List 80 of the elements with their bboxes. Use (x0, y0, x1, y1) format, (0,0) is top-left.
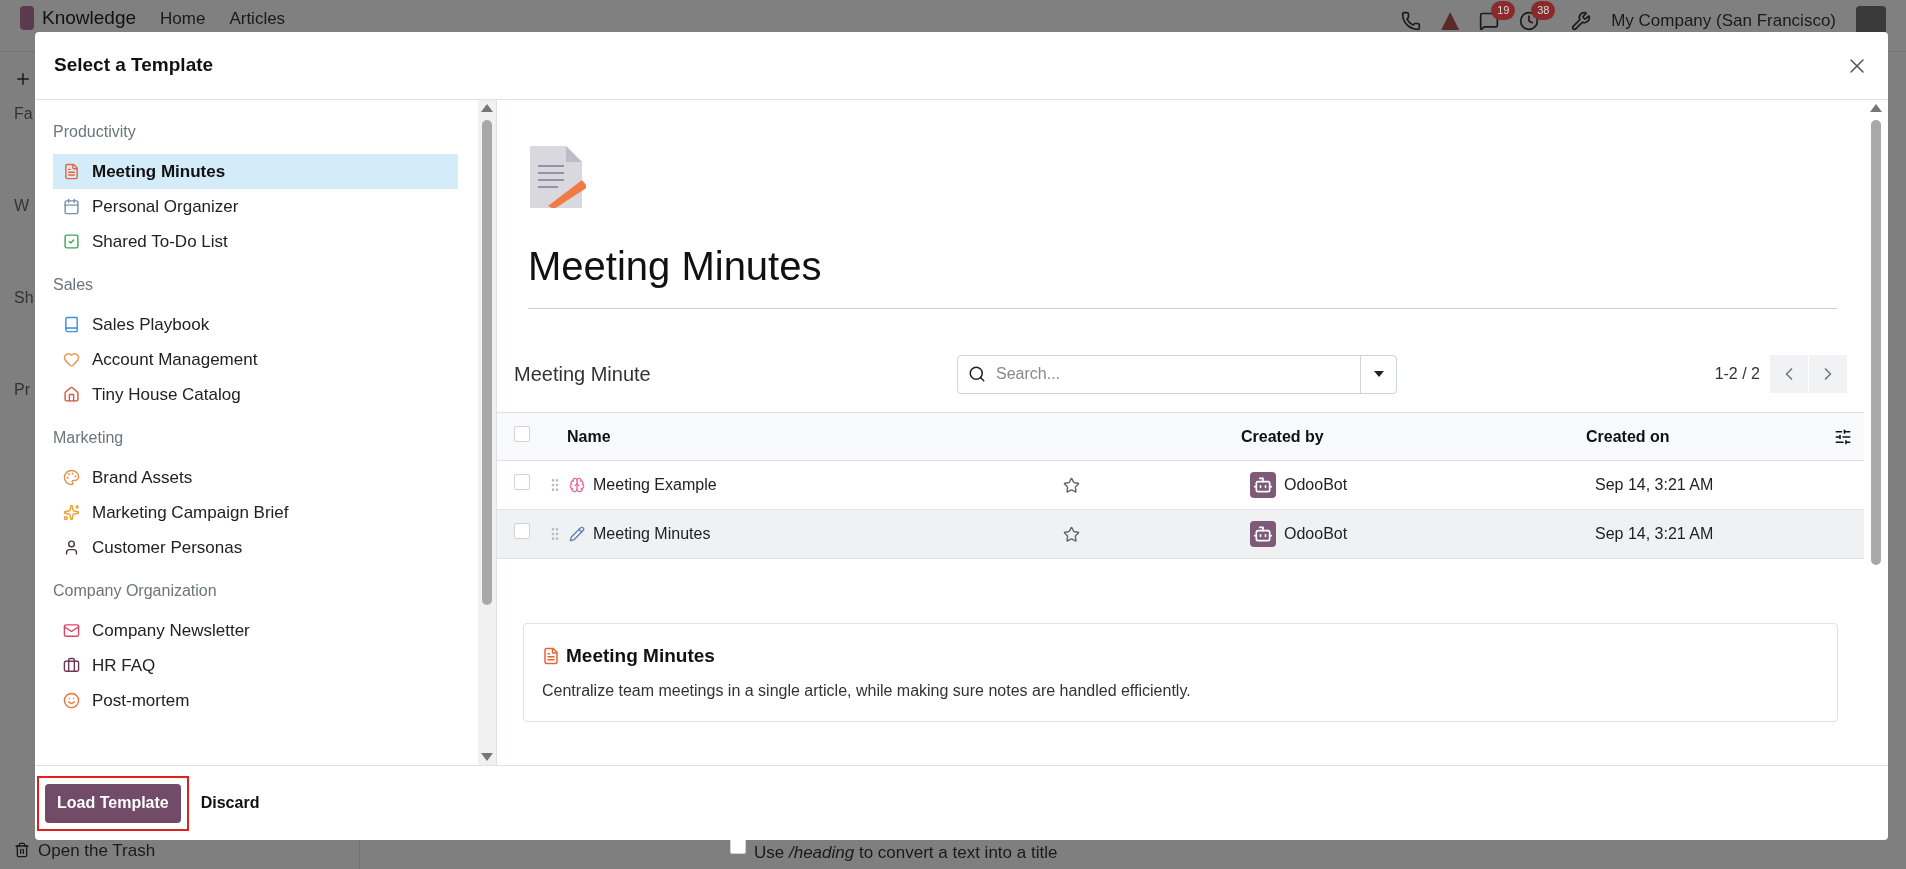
brain-icon (569, 477, 585, 493)
menu-item[interactable]: Articles (229, 6, 286, 32)
section-label: Sh (14, 288, 34, 308)
column-settings-icon[interactable] (1834, 427, 1852, 446)
count-badge: 38 (1531, 1, 1556, 20)
calendar-icon (63, 198, 80, 215)
category-heading: Sales (53, 275, 95, 295)
category-heading: Company Organization (53, 581, 218, 601)
section-label: Pr (14, 380, 30, 400)
search-icon (968, 365, 986, 383)
column-header[interactable]: Name (567, 424, 1241, 449)
table-cell-text: Meeting Example (593, 475, 718, 495)
table-row[interactable]: Meeting Minutes OdooBot Sep 14, 3:21 AM (497, 510, 1864, 559)
trash-link[interactable]: Open the Trash (38, 837, 156, 863)
app-logo-icon[interactable] (20, 6, 34, 30)
face-icon (63, 692, 80, 709)
count-badge: 19 (1491, 1, 1516, 20)
column-header[interactable]: Created on (1586, 424, 1670, 449)
search-field[interactable]: Search... (957, 354, 1397, 394)
pager-value: 1-2 / 2 (1714, 364, 1760, 384)
template-item[interactable]: Shared To-Do List (53, 224, 458, 259)
template-item[interactable]: Personal Organizer (53, 189, 458, 224)
table-cell-text: Meeting Minutes (593, 524, 712, 544)
menu-item[interactable]: Home (160, 6, 206, 32)
row-checkbox[interactable] (514, 474, 530, 490)
article-title: Meeting Minutes (528, 236, 1837, 309)
sparkles-icon (63, 504, 80, 521)
template-item[interactable]: Post-mortem (53, 683, 458, 718)
dialog-title: Select a Template (54, 53, 214, 78)
star-icon[interactable] (1063, 476, 1080, 494)
template-item[interactable]: Marketing Campaign Brief (53, 495, 458, 530)
load-template-button[interactable]: Load Template (45, 783, 181, 823)
document-icon (63, 163, 80, 180)
heart-icon (63, 351, 80, 368)
person-icon (63, 539, 80, 556)
wrench-icon[interactable] (1571, 11, 1592, 31)
add-icon[interactable] (14, 70, 32, 88)
bot-avatar-icon (1250, 472, 1276, 498)
palette-icon (63, 469, 80, 486)
envelope-icon (63, 622, 80, 639)
search-input[interactable]: Search... (996, 362, 1360, 386)
discard-button[interactable]: Discard (194, 791, 266, 815)
phone-icon[interactable] (1401, 11, 1422, 31)
row-checkbox[interactable] (514, 523, 530, 539)
hint-text: Use /heading to convert a text into a title (754, 841, 1058, 864)
template-item[interactable]: Customer Personas (53, 530, 458, 565)
table-cell-text: Sep 14, 3:21 AM (1595, 475, 1714, 495)
table-cell-text: Sep 14, 3:21 AM (1595, 524, 1714, 544)
select-all-checkbox[interactable] (514, 425, 530, 442)
template-item[interactable]: Sales Playbook (53, 307, 458, 342)
summary-description: Centralize team meetings in a single article, while making sure notes are handled efficiently. (542, 680, 1192, 701)
template-item[interactable]: HR FAQ (53, 648, 458, 683)
clock-icon[interactable] (1519, 11, 1540, 31)
category-heading: Productivity (53, 122, 137, 142)
template-item[interactable]: Tiny House Catalog (53, 377, 458, 412)
star-icon[interactable] (1063, 525, 1080, 543)
trash-icon[interactable] (14, 842, 30, 859)
document-pencil-icon (528, 146, 586, 208)
bot-avatar-icon (1250, 521, 1276, 547)
column-header[interactable]: Created by (1241, 424, 1586, 449)
list-title: Meeting Minute (514, 362, 652, 387)
scrollbar[interactable] (478, 100, 496, 765)
template-item[interactable]: Brand Assets (53, 460, 458, 495)
template-item[interactable]: Company Newsletter (53, 613, 458, 648)
briefcase-icon (63, 657, 80, 674)
section-label: W (14, 196, 30, 216)
company-switcher[interactable]: My Company (San Francisco) (1611, 8, 1836, 34)
summary-title: Meeting Minutes (566, 644, 715, 668)
table-cell-text: OdooBot (1284, 475, 1349, 495)
document-icon (542, 647, 560, 666)
app-name[interactable]: Knowledge (42, 7, 137, 29)
checkbox-icon (63, 233, 80, 250)
table-cell-text: OdooBot (1284, 524, 1349, 544)
category-heading: Marketing (53, 428, 125, 448)
template-item[interactable]: Account Management (53, 342, 458, 377)
house-icon (63, 386, 80, 403)
template-item[interactable]: Meeting Minutes (53, 154, 458, 189)
section-label: Fa (14, 104, 33, 124)
pencil-icon (569, 526, 585, 542)
book-icon (63, 316, 80, 333)
